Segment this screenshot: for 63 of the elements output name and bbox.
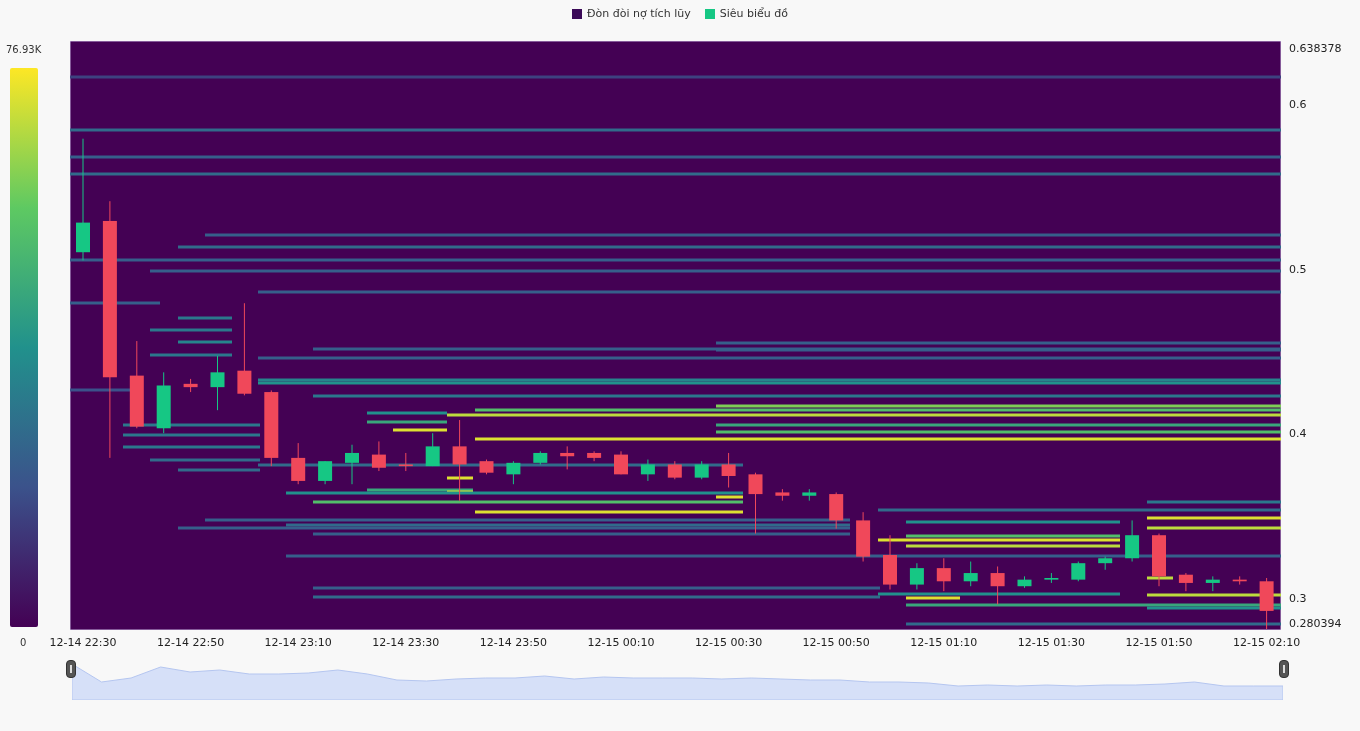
candlestick	[1098, 556, 1113, 571]
x-axis-label: 12-15 00:50	[802, 636, 870, 649]
scale-min-label: 0	[20, 637, 27, 648]
legend-label[interactable]: Siêu biểu đồ	[719, 7, 788, 20]
range-handle[interactable]	[1279, 660, 1289, 678]
candlestick	[398, 452, 413, 472]
y-axis-max-label: 0.638378	[1289, 41, 1342, 55]
x-axis-label: 12-15 00:30	[695, 636, 763, 649]
candlestick	[909, 562, 924, 590]
x-axis-label: 12-14 22:50	[157, 636, 225, 649]
candlestick	[721, 452, 736, 488]
legend-label[interactable]: Đòn đòi nợ tích lũy	[587, 7, 691, 20]
candlestick	[667, 460, 682, 480]
candlestick	[1017, 575, 1032, 589]
scale-max-label: 76.93K	[6, 44, 42, 56]
candlestick	[1205, 575, 1220, 592]
candlestick	[371, 440, 386, 472]
y-axis-min-label: 0.280394	[1289, 616, 1342, 630]
y-axis-label: 0.5	[1289, 262, 1307, 276]
candlestick	[802, 488, 817, 502]
x-axis-label: 12-15 01:10	[910, 636, 978, 649]
candlestick	[694, 460, 709, 480]
x-axis-label: 12-15 00:10	[587, 636, 655, 649]
candlestick	[748, 472, 763, 535]
candlestick	[1125, 519, 1140, 563]
candlestick	[963, 561, 978, 587]
x-axis-label: 12-14 22:30	[49, 636, 117, 649]
y-axis-label: 0.4	[1289, 426, 1307, 440]
candlestick	[291, 442, 306, 485]
candlestick	[614, 450, 628, 475]
candlestick	[990, 566, 1005, 605]
candlestick	[1071, 561, 1086, 582]
candlestick	[533, 450, 548, 465]
candlestick	[936, 557, 951, 592]
candlestick	[829, 491, 844, 530]
x-axis-label: 12-14 23:10	[264, 636, 332, 649]
candlestick	[318, 460, 333, 485]
x-axis-label: 12-15 01:50	[1125, 636, 1193, 649]
x-axis-label: 12-14 23:50	[479, 636, 547, 649]
candlestick	[1178, 572, 1193, 592]
candlestick	[1232, 575, 1247, 586]
x-axis-label: 12-15 02:10	[1233, 636, 1301, 649]
candlestick	[1152, 533, 1166, 587]
candlestick	[506, 460, 521, 485]
candlestick	[775, 488, 790, 502]
candlestick	[183, 378, 198, 393]
y-axis-label: 0.3	[1289, 591, 1307, 605]
candlestick	[156, 371, 171, 434]
x-axis-label: 12-14 23:30	[372, 636, 440, 649]
candlestick	[479, 459, 494, 475]
candlestick	[560, 445, 575, 470]
candlestick	[345, 444, 359, 485]
y-axis-label: 0.6	[1289, 97, 1307, 111]
candlestick	[883, 534, 897, 590]
range-handle[interactable]	[66, 660, 76, 678]
candlestick	[856, 511, 871, 563]
candlestick	[210, 355, 225, 411]
x-axis-label: 12-15 01:30	[1017, 636, 1085, 649]
candlestick	[1259, 577, 1274, 630]
candlestick	[1044, 572, 1059, 584]
candlestick	[425, 432, 440, 467]
candlestick	[640, 459, 655, 482]
candlestick	[587, 450, 602, 462]
